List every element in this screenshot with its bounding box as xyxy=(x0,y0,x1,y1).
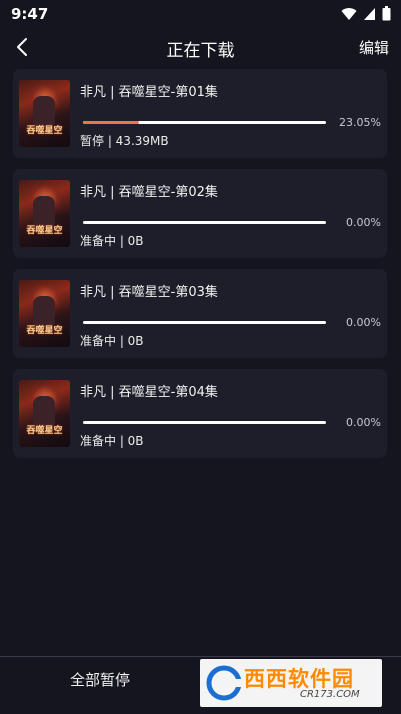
poster-thumbnail: 吞噬星空 xyxy=(19,80,70,147)
poster-title: 吞噬星空 xyxy=(26,226,63,236)
progress-percent: 0.00% xyxy=(346,316,381,329)
download-status: 准备中 | 0B xyxy=(80,234,144,248)
download-item[interactable]: 吞噬星空 非凡 | 吞噬星空-第02集 0.00% 准备中 | 0B xyxy=(13,169,387,258)
page-title: 正在下载 xyxy=(166,41,235,61)
app-bar: 正在下载 编辑 xyxy=(0,28,401,68)
wifi-icon xyxy=(341,7,357,20)
poster-title: 吞噬星空 xyxy=(26,426,63,436)
status-icons xyxy=(341,6,391,21)
progress-percent: 0.00% xyxy=(346,416,381,429)
edit-button[interactable]: 编辑 xyxy=(359,37,389,58)
download-item[interactable]: 吞噬星空 非凡 | 吞噬星空-第04集 0.00% 准备中 | 0B xyxy=(13,369,387,458)
pause-all-button[interactable]: 全部暂停 xyxy=(0,657,200,714)
poster-thumbnail: 吞噬星空 xyxy=(19,280,70,347)
poster-title: 吞噬星空 xyxy=(26,326,63,336)
signal-icon xyxy=(364,7,375,20)
poster-thumbnail: 吞噬星空 xyxy=(19,380,70,447)
progress-bar xyxy=(83,421,326,424)
download-item[interactable]: 吞噬星空 非凡 | 吞噬星空-第01集 23.05% 暂停 | 43.39MB xyxy=(13,69,387,158)
episode-title: 非凡 | 吞噬星空-第01集 xyxy=(80,85,218,100)
download-status: 准备中 | 0B xyxy=(80,334,144,348)
battery-icon xyxy=(382,6,391,21)
poster-title: 吞噬星空 xyxy=(26,126,63,136)
progress-percent: 0.00% xyxy=(346,216,381,229)
brand-logo-icon xyxy=(206,665,242,701)
episode-title: 非凡 | 吞噬星空-第03集 xyxy=(80,285,218,300)
status-bar: 9:47 xyxy=(0,0,401,28)
progress-percent: 23.05% xyxy=(339,116,381,129)
watermark-logo: 西西软件园 CR173.COM xyxy=(200,659,382,707)
download-list: 吞噬星空 非凡 | 吞噬星空-第01集 23.05% 暂停 | 43.39MB … xyxy=(13,69,387,469)
progress-bar xyxy=(83,321,326,324)
episode-title: 非凡 | 吞噬星空-第04集 xyxy=(80,385,218,400)
poster-thumbnail: 吞噬星空 xyxy=(19,180,70,247)
download-status: 准备中 | 0B xyxy=(80,434,144,448)
progress-fill xyxy=(83,121,139,124)
watermark-url: CR173.COM xyxy=(300,689,360,700)
episode-title: 非凡 | 吞噬星空-第02集 xyxy=(80,185,218,200)
status-time: 9:47 xyxy=(11,5,49,23)
progress-bar xyxy=(83,221,326,224)
bottom-bar: 全部暂停 西西软件园 CR173.COM xyxy=(0,656,401,714)
download-status: 暂停 | 43.39MB xyxy=(80,134,169,148)
progress-bar xyxy=(83,121,326,124)
download-item[interactable]: 吞噬星空 非凡 | 吞噬星空-第03集 0.00% 准备中 | 0B xyxy=(13,269,387,358)
